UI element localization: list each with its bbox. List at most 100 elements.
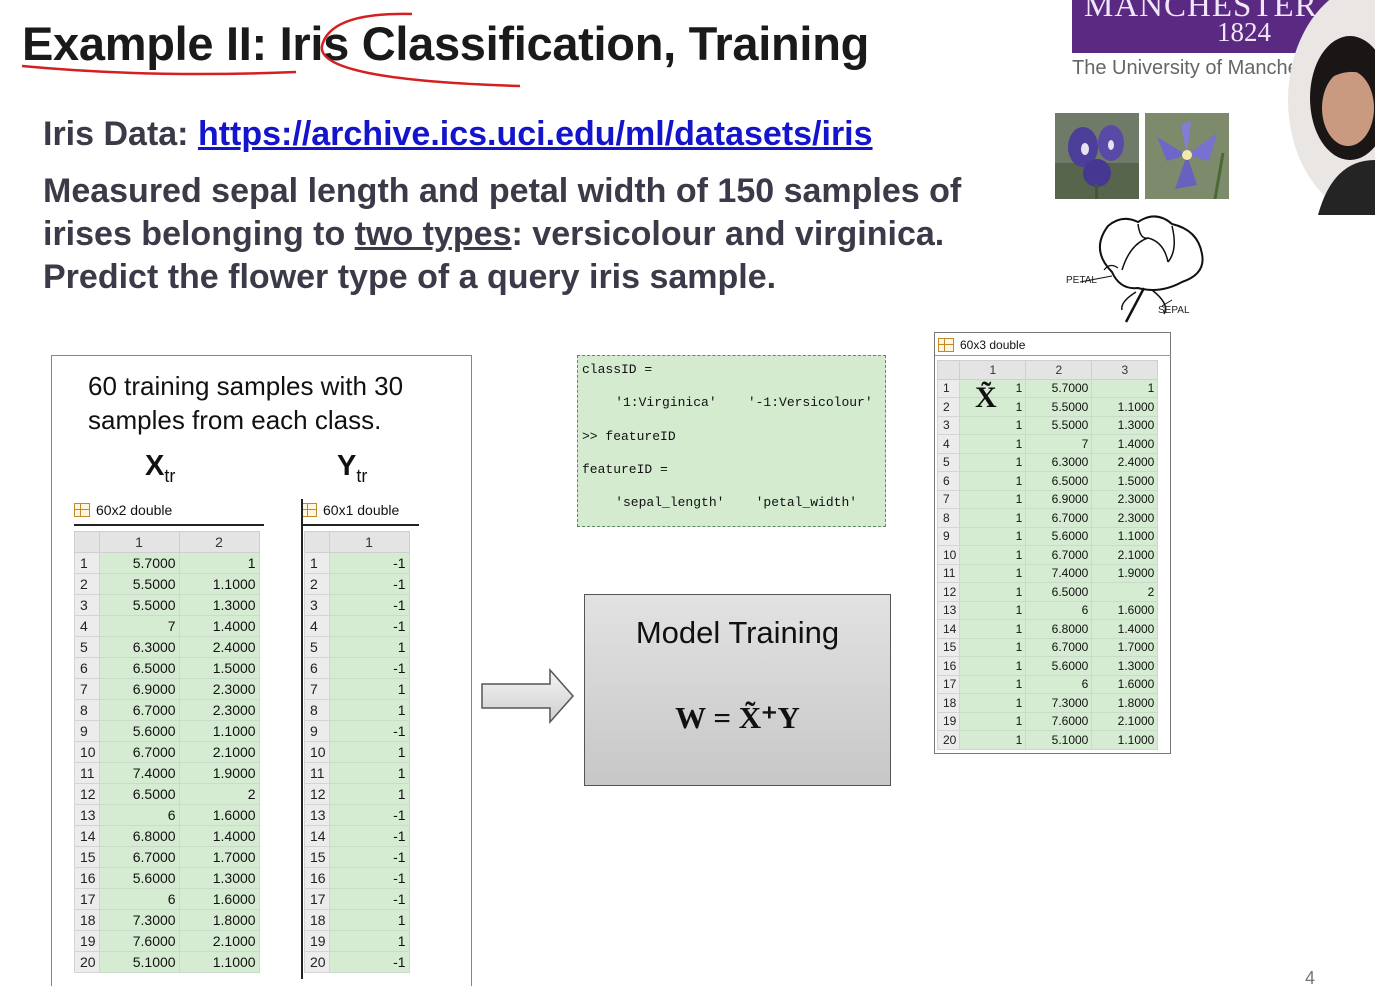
table-cell[interactable]: 2.4000 — [178, 636, 260, 658]
table-cell[interactable]: 1.3000 — [178, 867, 260, 889]
table-cell[interactable]: 6.7000 — [1025, 508, 1093, 528]
table-cell[interactable]: 1 — [959, 730, 1027, 750]
table-cell[interactable]: 1.4000 — [178, 825, 260, 847]
table-cell[interactable]: 6.7000 — [98, 846, 180, 868]
iris-data-link[interactable]: https://archive.ics.uci.edu/ml/datasets/… — [198, 115, 873, 153]
table-cell[interactable]: 1.1000 — [178, 951, 260, 973]
table-cell[interactable]: 6.5000 — [98, 657, 180, 679]
table-cell[interactable]: 1.1000 — [1091, 730, 1159, 750]
table-cell[interactable]: 6.7000 — [1025, 637, 1093, 657]
table-cell[interactable]: 5.5000 — [1025, 415, 1093, 435]
table-cell[interactable]: 1 — [959, 693, 1027, 713]
table-cell[interactable]: 1 — [328, 678, 410, 700]
table-cell[interactable]: 1.4000 — [1091, 619, 1159, 639]
table-cell[interactable]: 2.1000 — [178, 930, 260, 952]
table-cell[interactable]: 2.3000 — [178, 678, 260, 700]
table-cell[interactable]: 1 — [328, 909, 410, 931]
table-cell[interactable]: -1 — [328, 804, 410, 826]
table-cell[interactable]: 5.7000 — [98, 552, 180, 574]
table-cell[interactable]: 1 — [959, 545, 1027, 565]
table-cell[interactable]: 1.1000 — [1091, 526, 1159, 546]
column-header[interactable]: 2 — [1025, 360, 1093, 380]
table-cell[interactable]: 6.7000 — [1025, 545, 1093, 565]
table-cell[interactable]: 1.8000 — [1091, 693, 1159, 713]
table-cell[interactable]: 6.5000 — [98, 783, 180, 805]
table-cell[interactable]: 2.1000 — [1091, 545, 1159, 565]
column-header[interactable]: 1 — [328, 531, 410, 553]
table-cell[interactable]: 2 — [178, 783, 260, 805]
table-cell[interactable]: 1.8000 — [178, 909, 260, 931]
table-cell[interactable]: 6.7000 — [98, 741, 180, 763]
table-cell[interactable]: 6.8000 — [1025, 619, 1093, 639]
xtr-table[interactable]: 1 2 1 5.7000 1 2 5.5000 1.1000 3 5.5000 1.3000 4 7 1.… — [74, 531, 260, 973]
table-cell[interactable]: -1 — [328, 552, 410, 574]
table-cell[interactable]: 2.3000 — [178, 699, 260, 721]
table-cell[interactable]: 1 — [328, 741, 410, 763]
table-cell[interactable]: 7 — [1025, 434, 1093, 454]
table-cell[interactable]: 1.4000 — [178, 615, 260, 637]
table-cell[interactable]: 5.5000 — [1025, 397, 1093, 417]
table-cell[interactable]: 1.6000 — [178, 888, 260, 910]
table-cell[interactable]: 7.4000 — [98, 762, 180, 784]
table-cell[interactable]: -1 — [328, 594, 410, 616]
table-cell[interactable]: 1 — [959, 508, 1027, 528]
table-cell[interactable]: -1 — [328, 888, 410, 910]
table-cell[interactable]: 1 — [959, 656, 1027, 676]
table-cell[interactable]: 1.9000 — [1091, 563, 1159, 583]
table-cell[interactable]: 6.5000 — [1025, 471, 1093, 491]
table-cell[interactable]: 1.3000 — [1091, 415, 1159, 435]
xtilde-table[interactable]: 1 2 3 1 1 5.7000 1 2 1 5.5000 1.1000 3 1 5.5000 1.3000… — [936, 360, 1159, 750]
table-cell[interactable]: 1 — [328, 783, 410, 805]
table-cell[interactable]: 1.5000 — [178, 657, 260, 679]
table-cell[interactable]: 7.3000 — [1025, 693, 1093, 713]
table-cell[interactable]: -1 — [328, 867, 410, 889]
table-cell[interactable]: -1 — [328, 615, 410, 637]
table-cell[interactable]: 1 — [959, 637, 1027, 657]
table-cell[interactable]: 5.5000 — [98, 594, 180, 616]
table-cell[interactable]: 6 — [1025, 600, 1093, 620]
column-header[interactable]: 1 — [959, 360, 1027, 380]
xtr-variable-header[interactable]: 60x2 double — [74, 499, 172, 521]
table-cell[interactable]: -1 — [328, 825, 410, 847]
table-cell[interactable]: 1 — [959, 452, 1027, 472]
table-cell[interactable]: 1.4000 — [1091, 434, 1159, 454]
table-cell[interactable]: -1 — [328, 846, 410, 868]
table-cell[interactable]: 6.7000 — [98, 699, 180, 721]
table-cell[interactable]: 5.1000 — [1025, 730, 1093, 750]
table-cell[interactable]: 1 — [328, 930, 410, 952]
table-cell[interactable]: 1 — [959, 619, 1027, 639]
table-cell[interactable]: -1 — [328, 573, 410, 595]
table-cell[interactable]: 1 — [959, 489, 1027, 509]
table-cell[interactable]: 1.1000 — [178, 720, 260, 742]
column-header[interactable]: 2 — [178, 531, 260, 553]
table-cell[interactable]: 1.7000 — [178, 846, 260, 868]
table-cell[interactable]: 7.3000 — [98, 909, 180, 931]
table-cell[interactable]: -1 — [328, 951, 410, 973]
table-cell[interactable]: 1 — [959, 600, 1027, 620]
table-cell[interactable]: 1 — [959, 526, 1027, 546]
table-cell[interactable]: 2.3000 — [1091, 489, 1159, 509]
table-cell[interactable]: 1.1000 — [1091, 397, 1159, 417]
column-header[interactable]: 1 — [98, 531, 180, 553]
table-cell[interactable]: 2.4000 — [1091, 452, 1159, 472]
table-cell[interactable]: -1 — [328, 657, 410, 679]
table-cell[interactable]: 6.3000 — [98, 636, 180, 658]
table-cell[interactable]: 2.3000 — [1091, 508, 1159, 528]
table-cell[interactable]: 1 — [959, 582, 1027, 602]
table-cell[interactable]: 1 — [959, 415, 1027, 435]
table-cell[interactable]: 5.7000 — [1025, 378, 1093, 398]
table-cell[interactable]: 1.6000 — [1091, 600, 1159, 620]
table-cell[interactable]: -1 — [328, 720, 410, 742]
table-cell[interactable]: 6 — [98, 804, 180, 826]
table-cell[interactable]: 5.6000 — [1025, 656, 1093, 676]
table-cell[interactable]: 7.6000 — [1025, 711, 1093, 731]
table-cell[interactable]: 7 — [98, 615, 180, 637]
table-cell[interactable]: 1 — [959, 397, 1027, 417]
table-cell[interactable]: 1.9000 — [178, 762, 260, 784]
column-header[interactable]: 3 — [1091, 360, 1159, 380]
table-cell[interactable]: 1 — [959, 563, 1027, 583]
table-cell[interactable]: 1.5000 — [1091, 471, 1159, 491]
table-cell[interactable]: 6.9000 — [98, 678, 180, 700]
table-cell[interactable]: 1 — [959, 471, 1027, 491]
table-cell[interactable]: 1 — [328, 699, 410, 721]
